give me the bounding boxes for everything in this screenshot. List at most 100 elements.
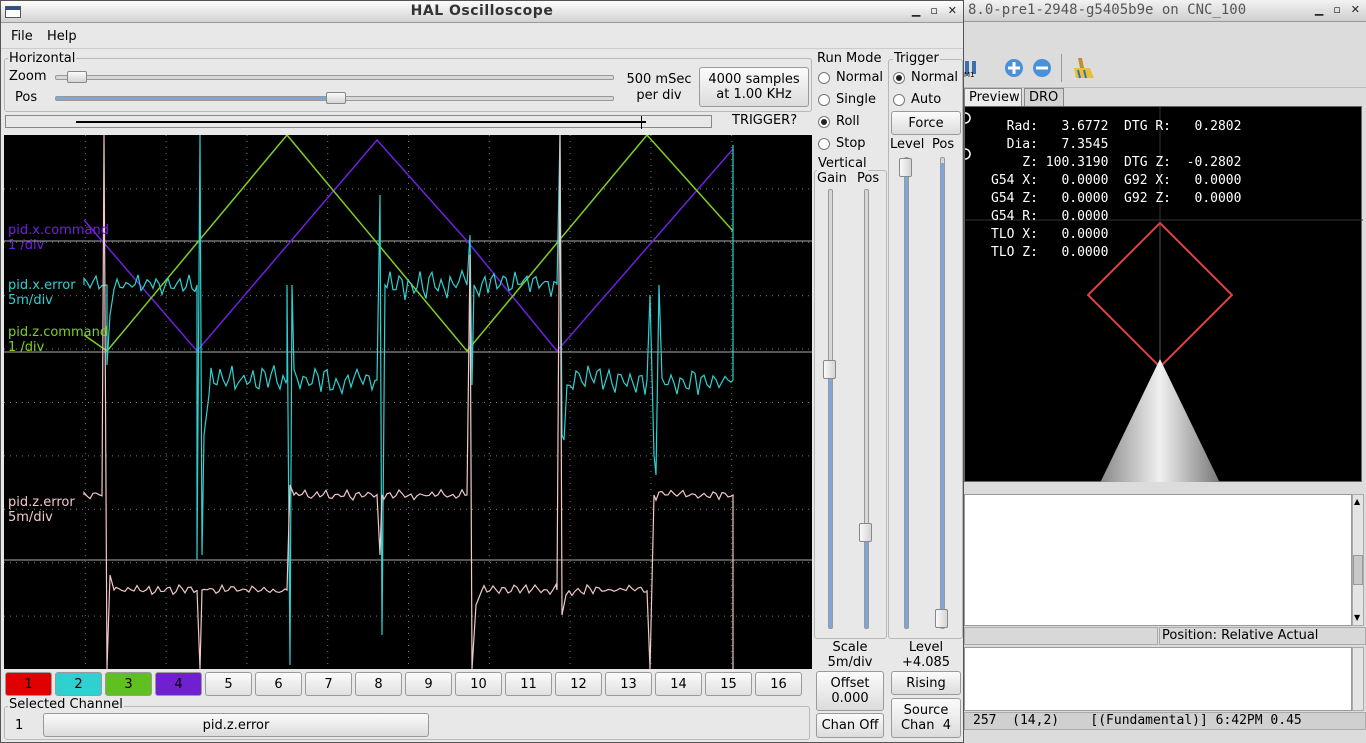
zoom-slider[interactable] (55, 71, 614, 83)
offset-button[interactable]: Offset 0.000 (816, 671, 884, 711)
trigger-mode-normal-radio[interactable]: Normal (893, 70, 958, 85)
time-per-div-unit: per div (636, 88, 682, 103)
axis-titlebar[interactable]: 8.0-pre1-2948-g5405b9e on CNC_100 ▁ ▫ ✕ (964, 0, 1366, 22)
trigger-marker (641, 116, 642, 129)
channel-button-6[interactable]: 6 (255, 672, 302, 696)
vertical-scale-value: 5m/div (827, 655, 873, 670)
dro-line: G54 X: 0.0000 G92 X: 0.0000 (991, 173, 1242, 188)
close-icon[interactable]: ✕ (948, 4, 957, 17)
axis-tabs: Preview DRO (964, 88, 1366, 106)
maximize-icon[interactable]: ▫ (930, 4, 937, 17)
horizontal-label: Horizontal (8, 51, 77, 66)
vertical-gain-fill (829, 370, 832, 628)
pid-x-command-name: pid.x.command (8, 223, 109, 238)
channel-button-2[interactable]: 2 (55, 672, 102, 696)
tab-preview[interactable]: Preview (964, 88, 1022, 106)
channel-button-14[interactable]: 14 (655, 672, 702, 696)
run-mode-roll-radio[interactable]: Roll (818, 114, 860, 129)
pos-slider[interactable] (55, 92, 614, 104)
channel-button-5[interactable]: 5 (205, 672, 252, 696)
gcode-scrollbar[interactable]: ▲ ▼ (1352, 494, 1364, 626)
force-button[interactable]: Force (891, 111, 961, 135)
selected-channel-name-button[interactable]: pid.z.error (43, 713, 429, 737)
channel-button-9[interactable]: 9 (405, 672, 452, 696)
scope-window-title: HAL Oscilloscope (410, 3, 554, 19)
run-mode-label: Run Mode (817, 51, 882, 66)
vertical-gain-thumb[interactable] (823, 360, 836, 379)
mdi-history-area[interactable] (964, 647, 1352, 711)
trigger-level-fill (905, 158, 908, 628)
pos-slider-thumb[interactable] (325, 92, 346, 104)
channel-button-7[interactable]: 7 (305, 672, 352, 696)
channel-button-10[interactable]: 10 (455, 672, 502, 696)
trigger-level-thumb[interactable] (899, 158, 912, 177)
scroll-thumb[interactable] (1353, 555, 1363, 585)
tab-dro[interactable]: DRO (1024, 88, 1064, 106)
dro-line: G54 Z: 0.0000 G92 Z: 0.0000 (991, 191, 1242, 206)
channel-button-3[interactable]: 3 (105, 672, 152, 696)
plot-label-pid-x-command: pid.x.command 1 /div (8, 223, 109, 253)
channel-button-11[interactable]: 11 (505, 672, 552, 696)
zoom-in-icon[interactable] (1004, 58, 1024, 82)
plot-label-pid-z-command: pid.z.command 1 /div (8, 325, 108, 355)
menu-help[interactable]: Help (47, 29, 77, 44)
close-icon[interactable]: ✕ (1351, 3, 1360, 16)
channel-button-12[interactable]: 12 (555, 672, 602, 696)
maximize-icon[interactable]: ▫ (1333, 3, 1340, 16)
selected-channel-number: 1 (15, 718, 24, 733)
channel-button-1[interactable]: 1 (5, 672, 52, 696)
scope-plot[interactable]: pid.x.command 1 /div pid.x.error 5m/div … (4, 133, 812, 670)
vertical-pos-slider[interactable] (859, 189, 872, 629)
samples-rate: at 1.00 KHz (716, 87, 792, 102)
channel-button-8[interactable]: 8 (355, 672, 402, 696)
channel-button-4[interactable]: 4 (155, 672, 202, 696)
trigger-mode-option-label: Auto (911, 92, 942, 107)
chan-off-button[interactable]: Chan Off (816, 713, 884, 738)
scroll-down-icon[interactable]: ▼ (1354, 613, 1360, 622)
minimize-icon[interactable]: ▁ (1315, 3, 1323, 16)
trigger-mode-auto-radio[interactable]: Auto (893, 92, 941, 107)
samples-count: 4000 samples (708, 72, 800, 87)
vertical-scale-label: Scale (832, 640, 868, 655)
trigger-source-label: Source (903, 703, 949, 718)
zoom-slider-thumb[interactable] (67, 71, 88, 83)
trigger-edge-button[interactable]: Rising (891, 671, 961, 695)
trigger-level-readout: Level +4.085 (890, 640, 962, 670)
run-mode-single-radio[interactable]: Single (818, 92, 876, 107)
status-field-blank (964, 627, 1158, 645)
channel-button-16[interactable]: 16 (755, 672, 802, 696)
preview-canvas[interactable]: Rad: 3.6772 DTG R: 0.2802 Dia: 7.3545 Z:… (964, 106, 1363, 483)
axis-window: 8.0-pre1-2948-g5405b9e on CNC_100 ▁ ▫ ✕ … (964, 0, 1366, 743)
pos-label: Pos (15, 90, 38, 105)
vertical-gain-slider[interactable] (823, 189, 836, 629)
clear-plot-icon[interactable] (1072, 56, 1096, 84)
channel-button-13[interactable]: 13 (605, 672, 652, 696)
vertical-pos-thumb[interactable] (859, 523, 872, 542)
trigger-level-slider[interactable] (899, 157, 912, 629)
trigger-pos-thumb[interactable] (935, 609, 948, 628)
gcode-text-area[interactable] (964, 494, 1352, 626)
zoom-out-icon[interactable] (1032, 58, 1052, 82)
scroll-up-icon[interactable]: ▲ (1354, 497, 1360, 506)
minimize-icon[interactable]: ▁ (912, 4, 920, 17)
mdi-scrollbar[interactable] (1352, 647, 1364, 711)
axis-toolbar: M1 (964, 48, 1366, 88)
time-per-div-value: 500 mSec (626, 72, 692, 87)
run-mode-normal-radio[interactable]: Normal (818, 70, 883, 85)
run-mode-option-label: Single (836, 92, 876, 107)
sample-rate-button[interactable]: 4000 samples at 1.00 KHz (699, 67, 809, 107)
channel-button-15[interactable]: 15 (705, 672, 752, 696)
scope-titlebar[interactable]: HAL Oscilloscope ▁ ▫ ✕ (1, 1, 963, 23)
trigger-source-button[interactable]: Source Chan 4 (891, 698, 961, 738)
menu-file[interactable]: File (11, 29, 33, 44)
axis-status-line: 257 (14,2) [(Fundamental)] 6:42PM 0.45 (964, 712, 1366, 730)
m1-icon[interactable]: M1 (964, 58, 982, 79)
trigger-mode-option-label: Normal (911, 70, 959, 85)
trigger-pos-slider[interactable] (935, 157, 948, 629)
run-mode-stop-radio[interactable]: Stop (818, 136, 866, 151)
radio-indicator-icon (818, 115, 830, 128)
radio-indicator-icon (818, 137, 830, 150)
record-position-bar[interactable] (5, 115, 712, 129)
origin-marker-icon (965, 148, 971, 160)
vertical-label: Vertical (817, 156, 868, 171)
